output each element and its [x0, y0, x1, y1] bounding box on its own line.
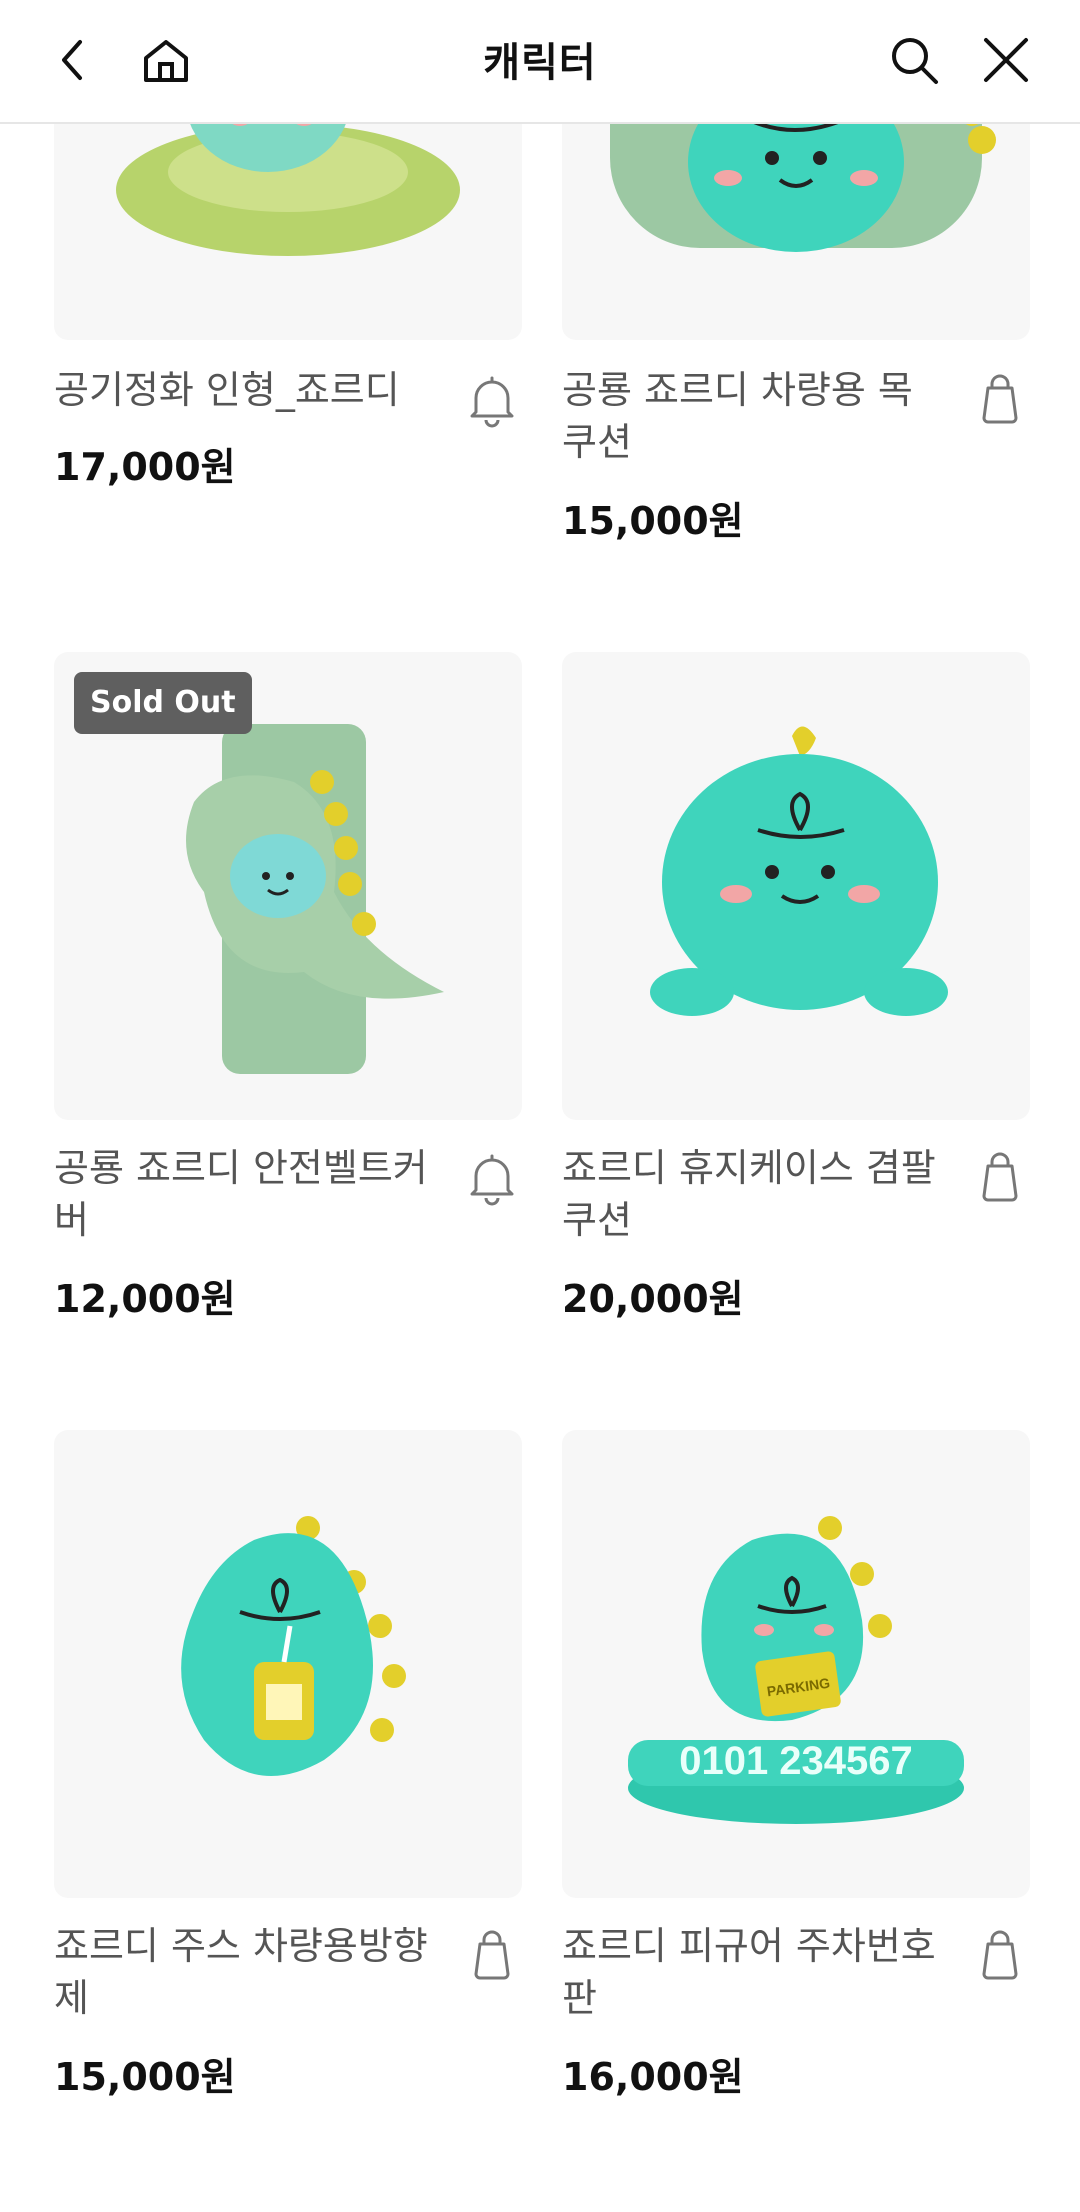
add-to-cart-button[interactable]: [970, 1926, 1030, 1986]
product-image[interactable]: [562, 652, 1030, 1120]
product-price: 12,000원: [54, 1277, 236, 1321]
product-name[interactable]: 죠르디 주스 차량용방향제: [54, 1920, 434, 2024]
shopping-bag-icon: [982, 1930, 1018, 1980]
product-image[interactable]: [54, 1430, 522, 1898]
product-price: 17,000원: [54, 445, 236, 489]
product-name[interactable]: 죠르디 휴지케이스 겸팔쿠션: [562, 1142, 942, 1246]
bell-icon: [470, 376, 514, 428]
close-button[interactable]: [974, 28, 1038, 92]
shopping-bag-icon: [982, 374, 1018, 424]
product-name[interactable]: 공룡 죠르디 안전벨트커버: [54, 1142, 434, 1246]
bell-icon: [470, 1154, 514, 1206]
search-button[interactable]: [882, 28, 946, 92]
product-name[interactable]: 공기정화 인형_죠르디: [54, 364, 434, 416]
product-price: 15,000원: [54, 2055, 236, 2099]
product-price: 16,000원: [562, 2055, 744, 2099]
add-to-cart-button[interactable]: [970, 1148, 1030, 1208]
shopping-bag-icon: [982, 1152, 1018, 1202]
product-image[interactable]: PARKING 0101 234567: [562, 1430, 1030, 1898]
product-image[interactable]: Sold Out: [54, 652, 522, 1120]
product-price: 20,000원: [562, 1277, 744, 1321]
shopping-bag-icon: [474, 1930, 510, 1980]
add-to-cart-button[interactable]: [462, 1926, 522, 1986]
juice-air-freshener-image: [181, 1516, 406, 1776]
product-name[interactable]: 죠르디 피규어 주차번호판: [562, 1920, 942, 2024]
top-bar: 캐릭터: [0, 0, 1080, 124]
notify-button[interactable]: [462, 1148, 522, 1208]
search-icon: [892, 38, 938, 84]
close-icon: [984, 38, 1028, 82]
product-name[interactable]: 공룡 죠르디 차량용 목쿠션: [562, 364, 942, 468]
notify-button[interactable]: [462, 370, 522, 430]
tissue-case-cushion-image: [650, 726, 948, 1016]
parking-number-plate-figure-image: PARKING 0101 234567: [628, 1516, 964, 1824]
sold-out-badge: Sold Out: [74, 672, 252, 734]
product-price: 15,000원: [562, 499, 744, 543]
add-to-cart-button[interactable]: [970, 370, 1030, 430]
plate-digits-text: 0101 234567: [679, 1739, 913, 1783]
